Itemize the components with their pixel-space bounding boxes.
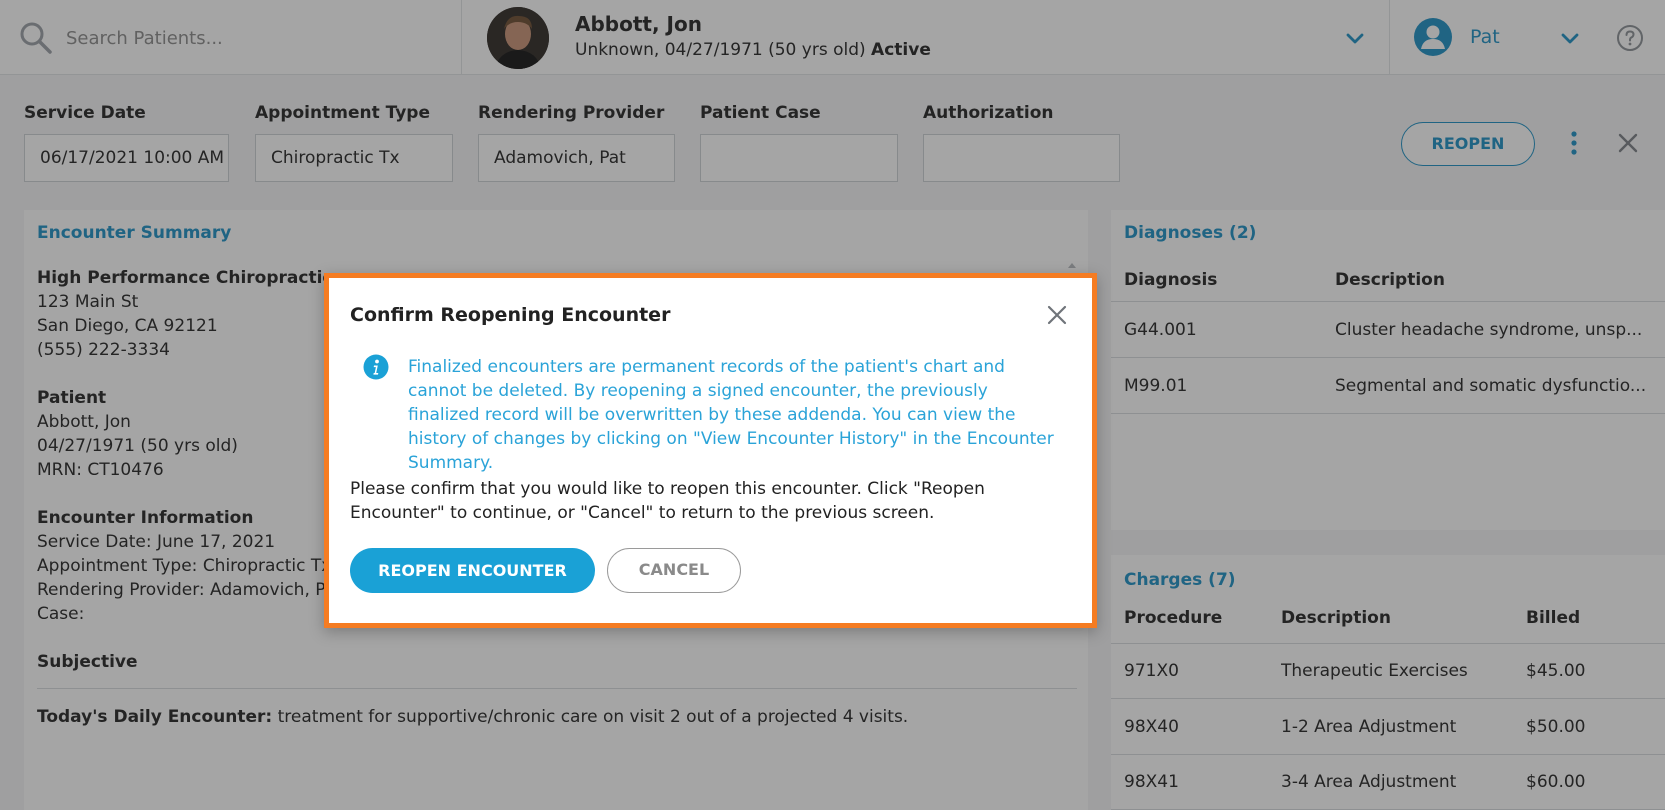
info-message: Finalized encounters are permanent recor…: [408, 357, 1054, 473]
cancel-button[interactable]: CANCEL: [607, 548, 741, 593]
info-icon: [363, 354, 389, 380]
confirm-message: Please confirm that you would like to re…: [350, 479, 985, 523]
confirm-reopen-dialog: Confirm Reopening Encounter Finalized en…: [324, 273, 1097, 628]
dialog-title: Confirm Reopening Encounter: [350, 304, 671, 326]
reopen-encounter-button[interactable]: REOPEN ENCOUNTER: [350, 548, 595, 593]
close-icon[interactable]: [1046, 304, 1068, 326]
